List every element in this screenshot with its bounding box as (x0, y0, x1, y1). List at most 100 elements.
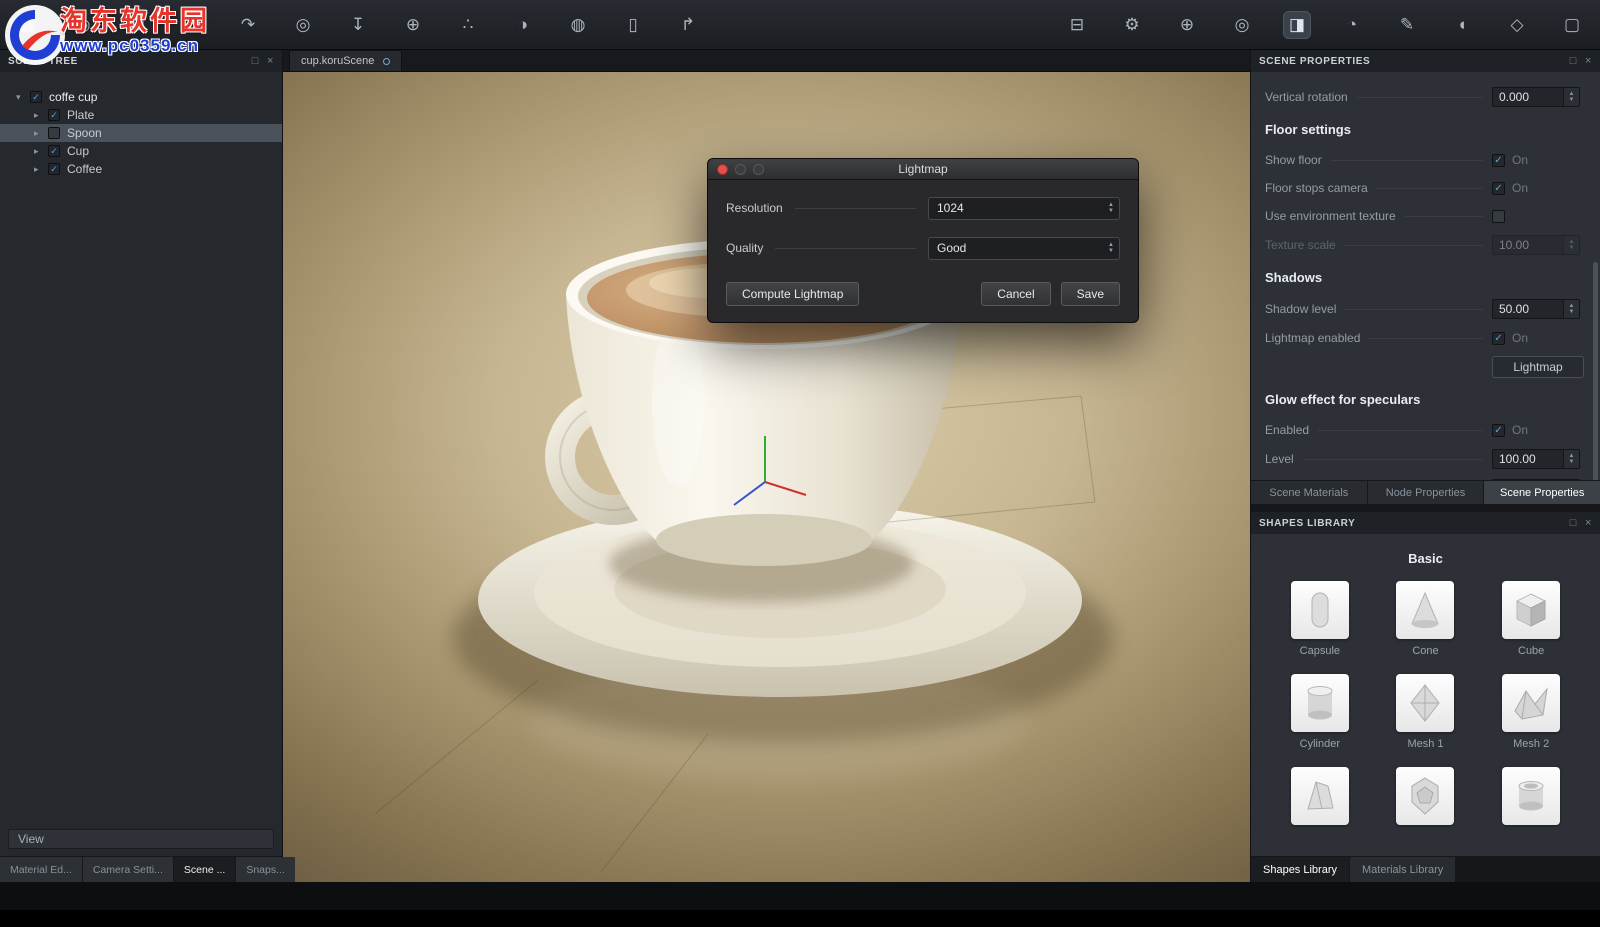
enabled-checkbox[interactable]: ✓ (1492, 424, 1505, 437)
shape-item-mesh-1[interactable]: Mesh 1 (1396, 674, 1454, 752)
undock-icon[interactable]: □ (252, 55, 259, 67)
step-down-icon[interactable]: ▼ (1569, 97, 1575, 103)
show-floor-checkbox[interactable]: ✓ (1492, 154, 1505, 167)
library-panel-icon[interactable]: ▢ (1558, 11, 1586, 39)
spinner-arrows-icon[interactable]: ▲▼ (1563, 300, 1579, 318)
statistics-icon[interactable]: ◔ (1338, 11, 1366, 39)
settings-icon[interactable]: ⚙ (1118, 11, 1146, 39)
disclosure-right-icon[interactable]: ▸ (34, 110, 46, 121)
disclosure-right-icon[interactable]: ▸ (34, 164, 46, 175)
tab-shapes-library[interactable]: Shapes Library (1251, 857, 1349, 882)
comments-panel-icon[interactable]: ◖ (1448, 11, 1476, 39)
disclosure-right-icon[interactable]: ▸ (34, 146, 46, 157)
spinner-arrows-icon[interactable]: ▲▼ (1563, 88, 1579, 106)
tab-node-properties[interactable]: Node Properties (1368, 481, 1484, 504)
zoom-window-icon[interactable] (753, 164, 764, 175)
shape-item-cube[interactable]: Cube (1502, 581, 1560, 659)
shape-item-mesh-2[interactable]: Mesh 2 (1502, 674, 1560, 752)
resolution-select[interactable]: 1024▲▼ (928, 197, 1120, 220)
step-down-icon[interactable]: ▼ (1108, 248, 1114, 254)
visibility-checkbox[interactable]: ✓ (48, 109, 60, 121)
shape-thumbnail[interactable] (1502, 674, 1560, 732)
use-environment-texture-checkbox[interactable] (1492, 210, 1505, 223)
shape-item-cone[interactable]: Cone (1396, 581, 1454, 659)
shapes-library-panel-icon[interactable]: ◨ (1283, 11, 1311, 39)
shape-thumbnail[interactable] (1502, 767, 1560, 825)
tree-row-coffee[interactable]: ▸✓Coffee (0, 160, 282, 178)
tree-row-plate[interactable]: ▸✓Plate (0, 106, 282, 124)
lightmap-button[interactable]: Lightmap (1492, 356, 1584, 378)
tab-scene-properties[interactable]: Scene Properties (1484, 481, 1600, 504)
shape-item-polyhedron[interactable] (1396, 767, 1454, 845)
shape-item-capsule[interactable]: Capsule (1291, 581, 1349, 659)
close-icon[interactable]: × (1585, 55, 1592, 67)
material-editor-icon[interactable]: ✎ (1393, 11, 1421, 39)
texture-scale-spinner[interactable]: 10.00▲▼ (1492, 235, 1580, 255)
group-objects-icon[interactable]: ∴ (454, 11, 482, 39)
tree-row-spoon[interactable]: ▸Spoon (0, 124, 282, 142)
undock-icon[interactable]: □ (1570, 517, 1577, 529)
tab-scene-materials[interactable]: Scene Materials (1251, 481, 1367, 504)
fit-view-icon[interactable]: ◎ (289, 11, 317, 39)
visibility-checkbox[interactable]: ✓ (48, 163, 60, 175)
tree-row-cup[interactable]: ▸✓Cup (0, 142, 282, 160)
contrast-icon[interactable]: ◑ (509, 11, 537, 39)
save-button[interactable]: Save (1061, 282, 1120, 306)
scrollbar-thumb[interactable] (1593, 262, 1598, 480)
floor-stops-camera-checkbox[interactable]: ✓ (1492, 182, 1505, 195)
shape-thumbnail[interactable] (1291, 767, 1349, 825)
visibility-checkbox[interactable]: ✓ (30, 91, 42, 103)
select-arrows-icon[interactable]: ▲▼ (1103, 202, 1119, 214)
tab-scene[interactable]: Scene ... (174, 857, 235, 882)
redo-icon[interactable]: ↷ (234, 11, 262, 39)
shape-item-tube[interactable] (1502, 767, 1560, 845)
undock-icon[interactable]: □ (1570, 55, 1577, 67)
shape-thumbnail[interactable] (1396, 674, 1454, 732)
tree-row-root[interactable]: ▾✓coffe cup (0, 88, 282, 106)
camera-panel-icon[interactable]: ◎ (1228, 11, 1256, 39)
upright-object-icon[interactable]: ▯ (619, 11, 647, 39)
close-icon[interactable]: × (1585, 517, 1592, 529)
minimize-window-icon[interactable] (735, 164, 746, 175)
geometry-panel-icon[interactable]: ◇ (1503, 11, 1531, 39)
shape-thumbnail[interactable] (1502, 581, 1560, 639)
compute-lightmap-button[interactable]: Compute Lightmap (726, 282, 859, 306)
shape-thumbnail[interactable] (1396, 581, 1454, 639)
snap-origin-icon[interactable]: ⊕ (399, 11, 427, 39)
environment-panel-icon[interactable]: ⊕ (1173, 11, 1201, 39)
step-down-icon[interactable]: ▼ (1108, 208, 1114, 214)
step-down-icon[interactable]: ▼ (1569, 245, 1575, 251)
tab-materials-library[interactable]: Materials Library (1350, 857, 1455, 882)
spinner-arrows-icon[interactable]: ▲▼ (1563, 450, 1579, 468)
disclosure-right-icon[interactable]: ▸ (34, 128, 46, 139)
tab-modified-icon[interactable] (383, 58, 390, 65)
vertical-rotation-spinner[interactable]: 0.000▲▼ (1492, 87, 1580, 107)
tab-snaps[interactable]: Snaps... (236, 857, 295, 882)
visibility-checkbox[interactable]: ✓ (48, 145, 60, 157)
disclosure-down-icon[interactable]: ▾ (16, 92, 28, 103)
tab-material-ed[interactable]: Material Ed... (0, 857, 82, 882)
step-down-icon[interactable]: ▼ (1569, 309, 1575, 315)
close-window-icon[interactable] (717, 164, 728, 175)
shape-item-cylinder[interactable]: Cylinder (1291, 674, 1349, 752)
tab-camera-setti[interactable]: Camera Setti... (83, 857, 173, 882)
shadow-level-spinner[interactable]: 50.00▲▼ (1492, 299, 1580, 319)
visibility-checkbox[interactable] (48, 127, 60, 139)
level-spinner[interactable]: 100.00▲▼ (1492, 449, 1580, 469)
scene-tree-panel-icon[interactable]: ⊟ (1063, 11, 1091, 39)
threshold-spinner[interactable]: 100.00▲▼ (1492, 479, 1580, 480)
scene-document-tab[interactable]: cup.koruScene (289, 50, 402, 71)
export-icon[interactable]: ↱ (674, 11, 702, 39)
select-arrows-icon[interactable]: ▲▼ (1103, 242, 1119, 254)
shape-thumbnail[interactable] (1291, 581, 1349, 639)
lightmap-enabled-checkbox[interactable]: ✓ (1492, 332, 1505, 345)
step-down-icon[interactable]: ▼ (1569, 459, 1575, 465)
quality-select[interactable]: Good▲▼ (928, 237, 1120, 260)
shape-thumbnail[interactable] (1291, 674, 1349, 732)
cancel-button[interactable]: Cancel (981, 282, 1050, 306)
dialog-titlebar[interactable]: Lightmap (708, 159, 1138, 180)
view-button[interactable]: View (8, 829, 274, 849)
shape-thumbnail[interactable] (1396, 767, 1454, 825)
spinner-arrows-icon[interactable]: ▲▼ (1563, 236, 1579, 254)
close-icon[interactable]: × (267, 55, 274, 67)
